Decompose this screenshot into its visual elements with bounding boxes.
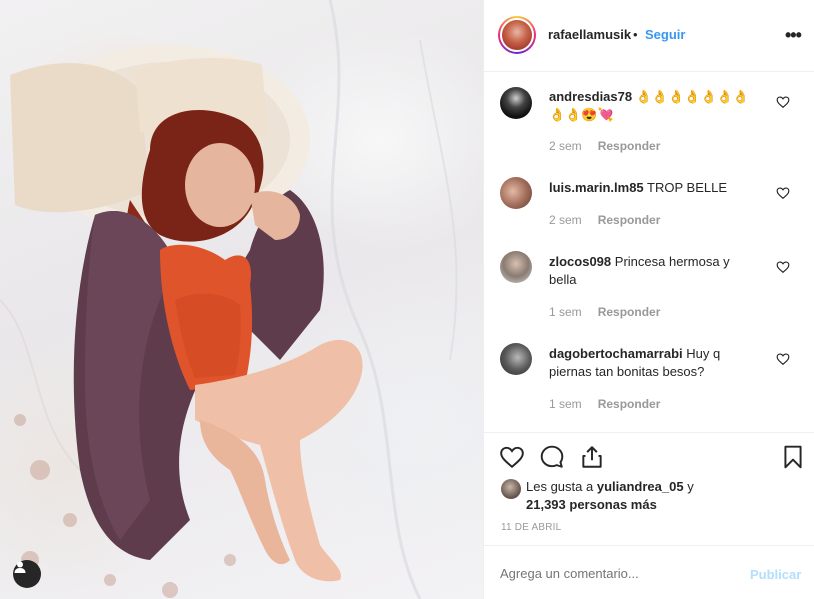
comment-meta: 1 sem Responder [549, 305, 660, 319]
share-icon[interactable] [579, 444, 605, 470]
comment-bubble-icon[interactable] [539, 444, 565, 470]
comment-text-block: dagobertochamarrabi Huy q piernas tan bo… [549, 345, 749, 381]
post-side-panel: rafaellamusik • Seguir ••• andresdias78 … [483, 0, 814, 599]
comment-username[interactable]: dagobertochamarrabi [549, 346, 683, 361]
post-actions-bar [484, 432, 814, 476]
comment-meta: 2 sem Responder [549, 139, 660, 153]
comment-time[interactable]: 1 sem [549, 397, 582, 411]
comment-username[interactable]: zlocos098 [549, 254, 611, 269]
photo-illustration [0, 0, 458, 599]
publish-button[interactable]: Publicar [750, 567, 801, 582]
commenter-avatar[interactable] [500, 177, 532, 209]
comment-text-block: andresdias78 👌👌👌👌👌👌👌👌👌😍💘 [549, 88, 759, 124]
bookmark-icon[interactable] [780, 444, 806, 470]
comment-time[interactable]: 2 sem [549, 139, 582, 153]
comments-list[interactable]: andresdias78 👌👌👌👌👌👌👌👌👌😍💘 2 sem Responder … [484, 73, 814, 431]
comment-time[interactable]: 2 sem [549, 213, 582, 227]
user-tag-icon [14, 561, 26, 573]
comment-heart-icon[interactable] [776, 186, 790, 200]
comment-heart-icon[interactable] [776, 352, 790, 366]
comment-text: TROP BELLE [647, 180, 728, 195]
comment-meta: 2 sem Responder [549, 213, 660, 227]
liker-avatar[interactable] [501, 479, 521, 499]
comment-text-block: luis.marin.lm85 TROP BELLE [549, 179, 759, 197]
post-header: rafaellamusik • Seguir ••• [484, 0, 814, 72]
tagged-users-button[interactable] [13, 560, 41, 588]
reply-button[interactable]: Responder [598, 397, 661, 411]
likes-line-1: Les gusta a yuliandrea_05 y [526, 478, 694, 496]
comment-meta: 1 sem Responder [549, 397, 660, 411]
owner-avatar[interactable] [498, 16, 536, 54]
more-options-icon[interactable]: ••• [785, 25, 802, 46]
liker-username[interactable]: yuliandrea_05 [597, 479, 684, 494]
header-separator: • [633, 27, 638, 42]
follow-button[interactable]: Seguir [645, 27, 685, 42]
comment-heart-icon[interactable] [776, 260, 790, 274]
reply-button[interactable]: Responder [598, 305, 661, 319]
comment-input[interactable] [500, 566, 720, 581]
post-photo[interactable] [0, 0, 483, 599]
likes-count[interactable]: 21,393 personas más [526, 496, 657, 514]
likes-prefix: Les gusta a [526, 479, 594, 494]
reply-button[interactable]: Responder [598, 213, 661, 227]
comment-username[interactable]: luis.marin.lm85 [549, 180, 644, 195]
commenter-avatar[interactable] [500, 251, 532, 283]
commenter-avatar[interactable] [500, 343, 532, 375]
owner-username[interactable]: rafaellamusik [548, 27, 631, 42]
comment-time[interactable]: 1 sem [549, 305, 582, 319]
post-date[interactable]: 11 DE ABRIL [501, 522, 561, 533]
reply-button[interactable]: Responder [598, 139, 661, 153]
likes-conjunction: y [687, 479, 694, 494]
add-comment-section: Publicar [484, 545, 814, 599]
heart-icon[interactable] [499, 444, 525, 470]
comment-text-block: zlocos098 Princesa hermosa y bella [549, 253, 749, 289]
comment-username[interactable]: andresdias78 [549, 89, 632, 104]
commenter-avatar[interactable] [500, 87, 532, 119]
comment-heart-icon[interactable] [776, 95, 790, 109]
